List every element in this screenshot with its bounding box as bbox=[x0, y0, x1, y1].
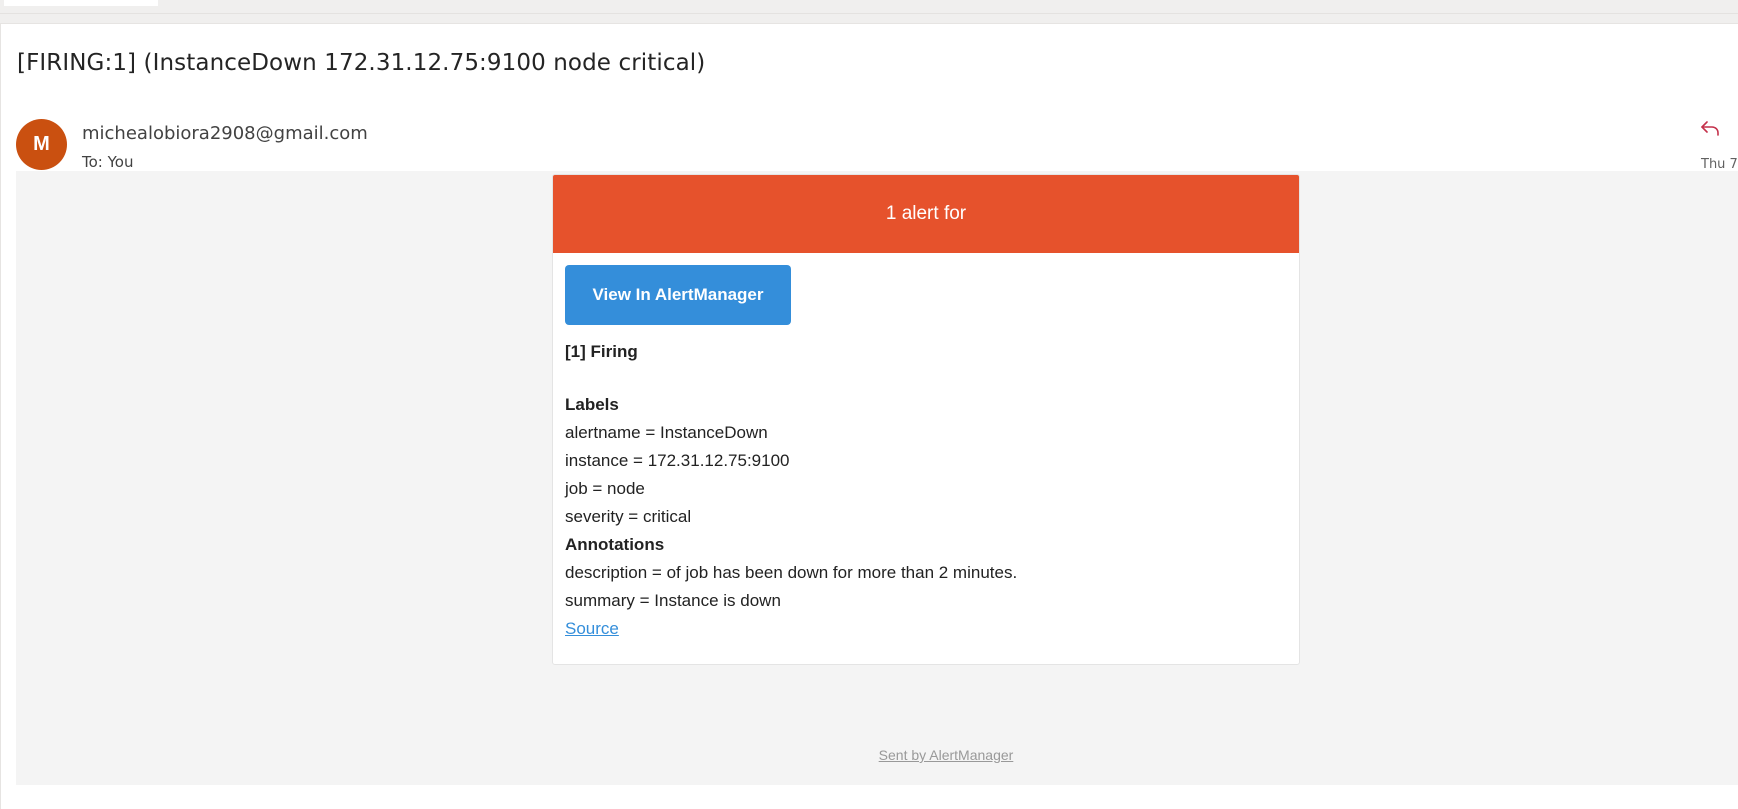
annotations-heading: Annotations bbox=[565, 535, 665, 554]
avatar-initial: M bbox=[33, 133, 50, 155]
reply-icon[interactable] bbox=[1698, 117, 1722, 141]
tab-stub bbox=[4, 0, 158, 6]
annotation-item: summary = Instance is down bbox=[565, 591, 781, 610]
sent-by-alertmanager-link[interactable]: Sent by AlertManager bbox=[879, 747, 1014, 763]
alert-header: 1 alert for bbox=[553, 175, 1299, 253]
avatar[interactable]: M bbox=[16, 119, 67, 170]
labels-heading: Labels bbox=[565, 395, 619, 414]
alert-card: 1 alert for View In AlertManager [1] Fir… bbox=[552, 174, 1300, 665]
sender-address[interactable]: michealobiora2908@gmail.com bbox=[82, 123, 368, 144]
alert-header-text: 1 alert for bbox=[885, 203, 967, 224]
source-link[interactable]: Source bbox=[565, 619, 619, 638]
top-strip bbox=[0, 0, 1738, 14]
recipient-line: To: You bbox=[82, 153, 134, 171]
footer: Sent by AlertManager bbox=[0, 747, 1738, 763]
view-button-label: View In AlertManager bbox=[592, 285, 764, 304]
label-item: severity = critical bbox=[565, 507, 692, 526]
alert-details: [1] Firing Labels alertname = InstanceDo… bbox=[565, 338, 1265, 643]
firing-title: [1] Firing bbox=[565, 342, 638, 361]
label-item: job = node bbox=[565, 479, 645, 498]
view-in-alertmanager-button[interactable]: View In AlertManager bbox=[565, 265, 791, 325]
email-date: Thu 7 bbox=[1701, 157, 1738, 172]
label-item: instance = 172.31.12.75:9100 bbox=[565, 451, 790, 470]
reply-arrow-icon bbox=[1701, 121, 1719, 136]
email-subject: [FIRING:1] (InstanceDown 172.31.12.75:91… bbox=[17, 50, 706, 76]
label-item: alertname = InstanceDown bbox=[565, 423, 768, 442]
annotation-item: description = of job has been down for m… bbox=[565, 563, 1018, 582]
